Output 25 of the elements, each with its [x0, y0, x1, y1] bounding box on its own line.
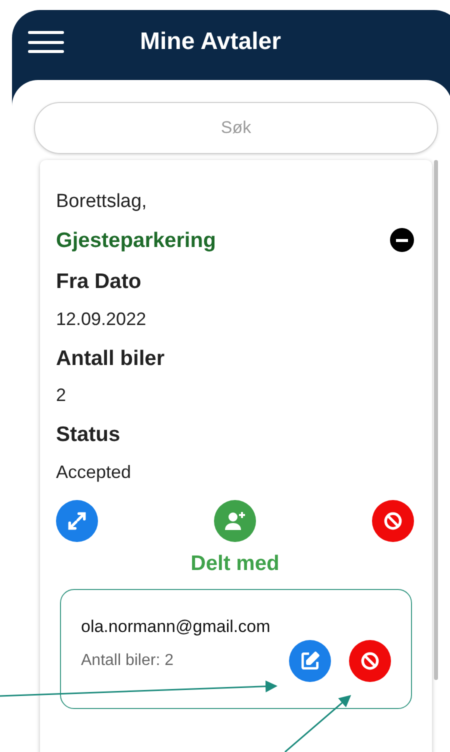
- organization-text: Borettslag,: [56, 190, 148, 214]
- edit-icon: [299, 650, 321, 672]
- edit-button[interactable]: [289, 640, 331, 682]
- prohibited-icon: [359, 650, 381, 672]
- field-label: Status: [56, 422, 122, 448]
- shared-heading: Delt med: [190, 550, 280, 576]
- annotation-arrow: [284, 695, 352, 752]
- car-count: Antall biler: 2: [81, 650, 174, 670]
- menu-icon[interactable]: [28, 28, 64, 56]
- field-value: 12.09.2022: [56, 308, 148, 330]
- agreement-type: Gjesteparkering: [56, 228, 216, 254]
- collapse-icon[interactable]: [390, 228, 414, 252]
- field-value: Accepted: [56, 460, 132, 484]
- prohibited-icon: [382, 510, 404, 532]
- add-user-button[interactable]: [214, 500, 256, 542]
- expand-icon: [66, 510, 88, 532]
- expand-button[interactable]: [56, 500, 98, 542]
- remove-button[interactable]: [349, 640, 391, 682]
- field-label: Antall biler: [56, 346, 166, 372]
- user-email: ola.normann@gmail.com: [81, 616, 272, 638]
- cancel-button[interactable]: [372, 500, 414, 542]
- field-label: Fra Dato: [56, 269, 142, 295]
- search-field[interactable]: Søk: [34, 102, 438, 154]
- page-title: Mine Avtaler: [140, 27, 281, 57]
- field-value: 2: [56, 384, 68, 407]
